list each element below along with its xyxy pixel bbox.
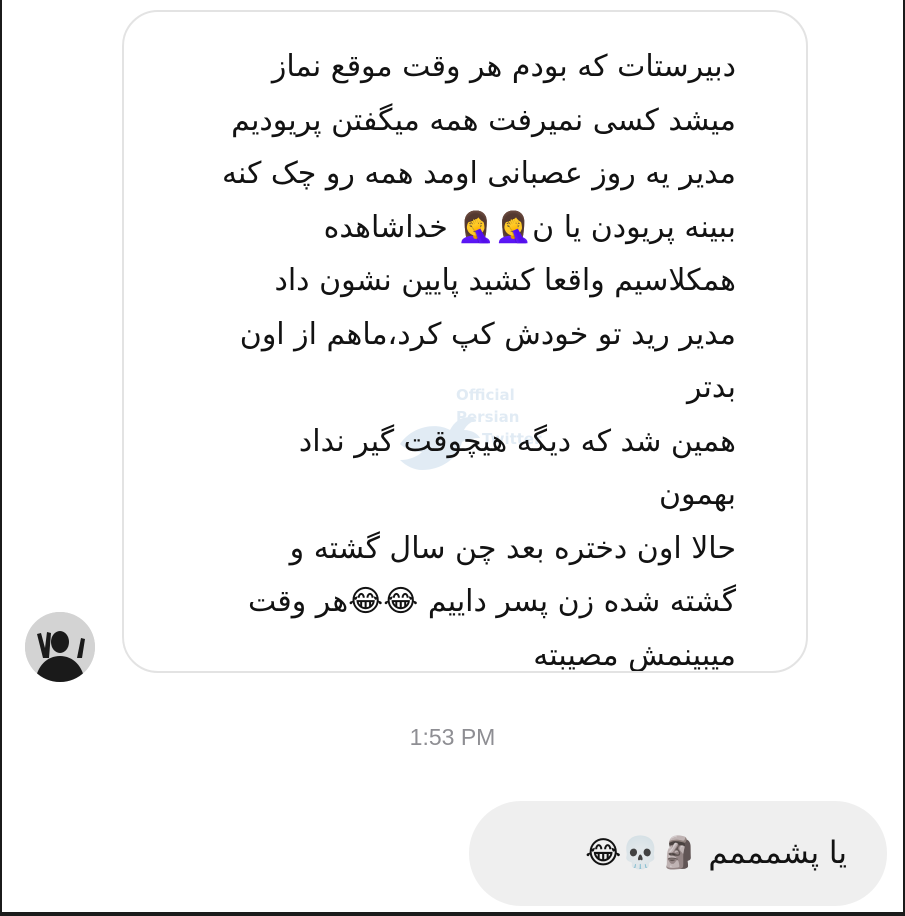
message-line: گشته شده زن پسر داییم 😂😂هر وقت bbox=[136, 575, 736, 629]
moai-skull-laughing-emoji-icon: 🗿💀😂 bbox=[585, 835, 699, 871]
message-line-suffix: هر وقت bbox=[247, 584, 349, 619]
message-line: دبیرستات که بودم هر وقت موقع نماز bbox=[271, 49, 736, 84]
message-line-text: ببینه پریودن یا ن bbox=[532, 209, 736, 245]
incoming-message-bubble[interactable]: Official Persian Twitter دبیرستات که بود… bbox=[122, 10, 808, 673]
message-line: همین شد که دیگه هیچوقت گیر نداد bbox=[298, 423, 736, 459]
outgoing-text: یا پشمممم bbox=[708, 835, 847, 871]
laughing-emoji-icon: 😂😂 bbox=[348, 584, 419, 619]
message-line: میبینمش مصیبته bbox=[533, 637, 736, 673]
avatar[interactable] bbox=[25, 612, 95, 682]
outgoing-message-text: یا پشمممم 🗿💀😂 bbox=[585, 831, 847, 875]
message-line: میشد کسی نمیرفت همه میگفتن پریودیم bbox=[231, 102, 736, 138]
timestamp: 1:53 PM bbox=[409, 724, 496, 750]
message-line: بهمون bbox=[658, 477, 736, 512]
message-line: مدیر رید تو خودش کپ کرد،ماهم از اون bbox=[239, 316, 736, 352]
message-line: همکلاسیم واقعا کشید پایین نشون داد bbox=[274, 263, 736, 298]
message-line: ببینه پریودن یا ن🤦‍♀️🤦‍♀️ خداشاهده bbox=[136, 201, 736, 255]
message-line: بدتر bbox=[687, 370, 736, 405]
outgoing-message-bubble[interactable]: یا پشمممم 🗿💀😂 bbox=[469, 801, 887, 906]
message-line: مدیر یه روز عصبانی اومد همه رو چک کنه bbox=[221, 156, 736, 191]
avatar-silhouette-icon bbox=[25, 612, 95, 682]
message-line-text: گشته شده زن پسر داییم bbox=[427, 584, 736, 619]
message-text: دبیرستات که بودم هر وقت موقع نماز میشد ک… bbox=[136, 40, 736, 673]
facepalm-emoji-icon: 🤦‍♀️🤦‍♀️ bbox=[457, 209, 533, 245]
message-line-suffix: خداشاهده bbox=[323, 209, 448, 245]
message-line: حالا اون دختره بعد چن سال گشته و bbox=[289, 530, 736, 566]
